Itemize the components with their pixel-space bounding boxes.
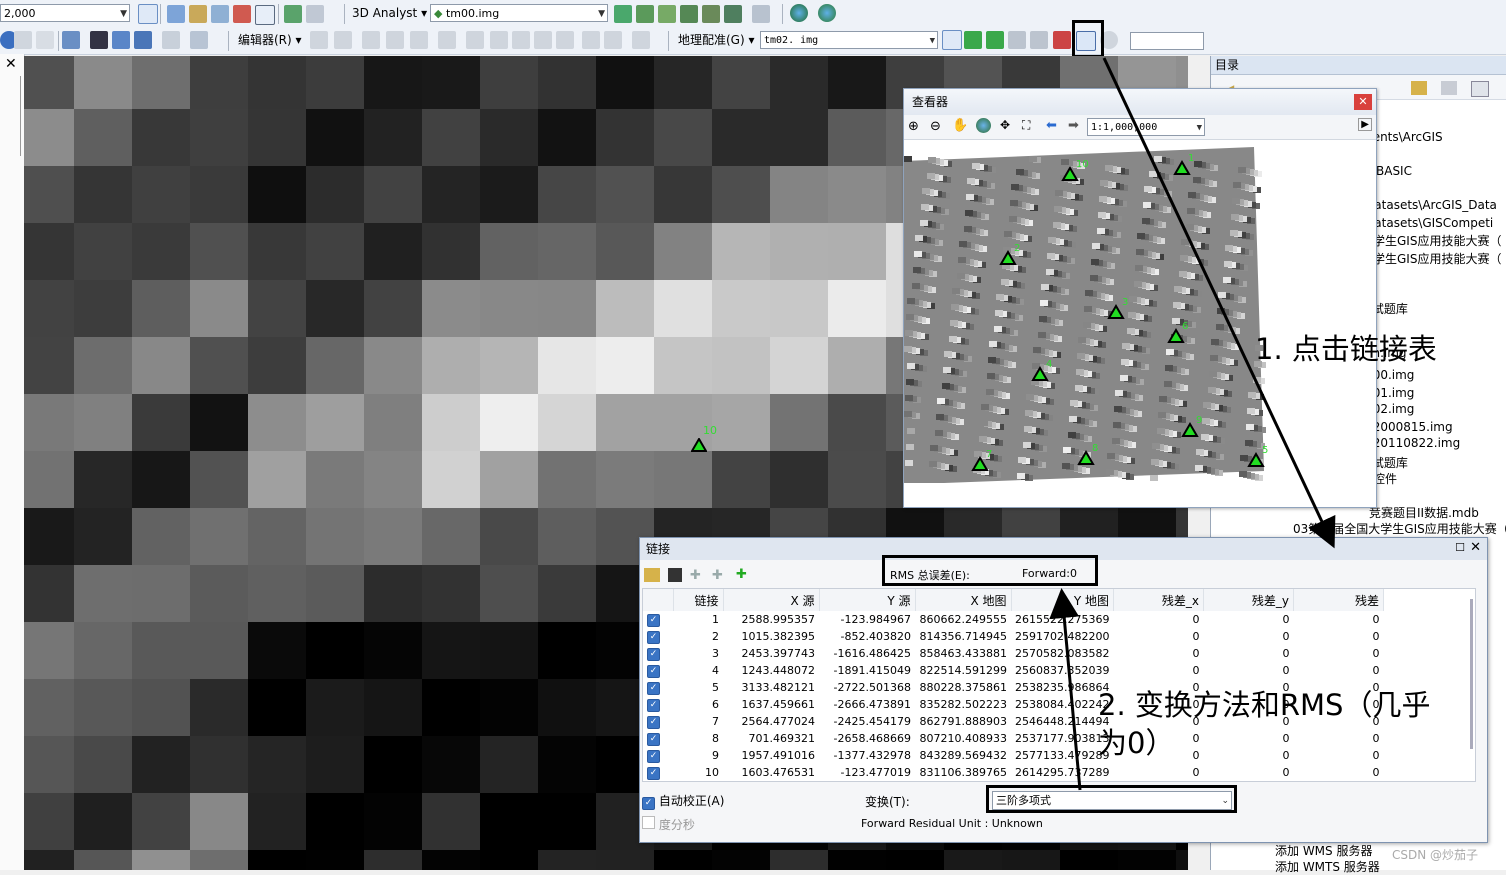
step2-annotation-line2: 为0） bbox=[1098, 726, 1175, 760]
step1-annotation: 1. 点击链接表 bbox=[1255, 332, 1437, 366]
arrow-to-rms bbox=[1049, 588, 1082, 791]
step2-annotation-line1: 2. 变换方法和RMS（几乎 bbox=[1098, 688, 1431, 722]
watermark: CSDN @炒茄子 bbox=[1392, 848, 1479, 862]
annotation-arrows bbox=[1049, 57, 1336, 791]
arrow-to-link-dialog bbox=[1102, 57, 1336, 549]
